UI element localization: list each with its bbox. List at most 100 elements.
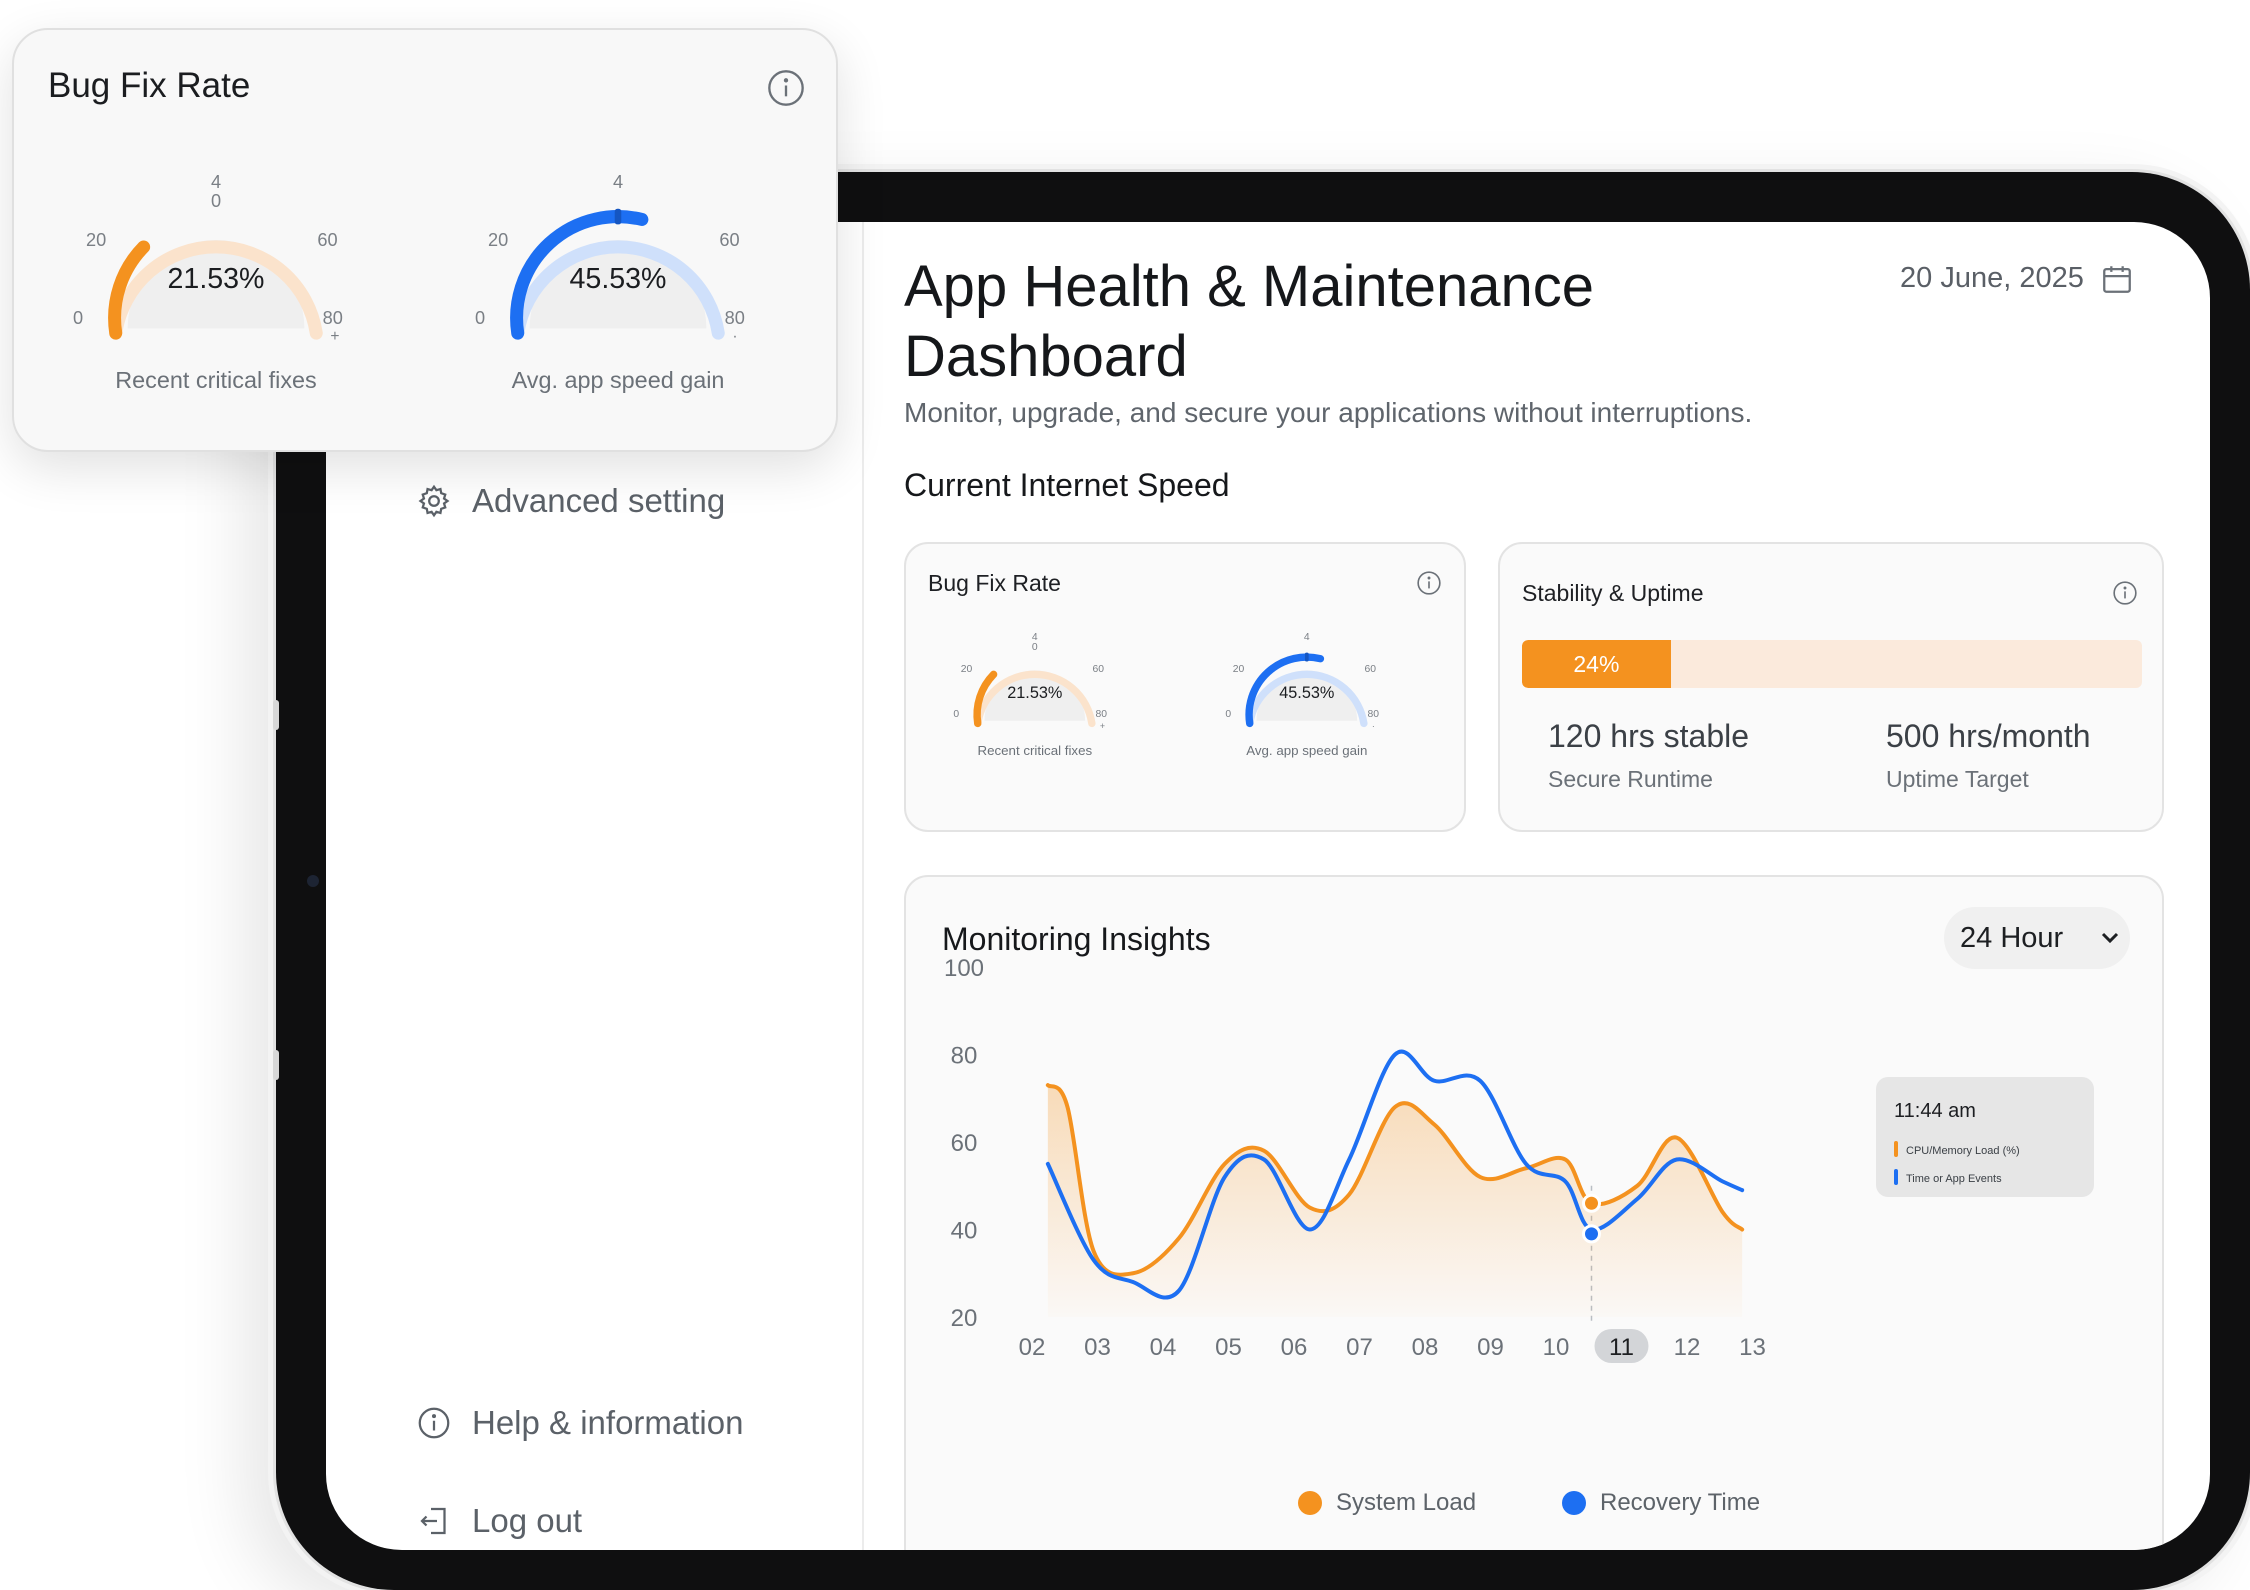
series-marker	[1582, 1224, 1601, 1244]
gauge-caption: Avg. app speed gain	[511, 367, 725, 394]
stat-value: 500 hrs/month	[1886, 718, 2091, 754]
gauge-tick: 80	[724, 307, 745, 328]
info-icon[interactable]	[2112, 580, 2138, 606]
stat-label: Secure Runtime	[1548, 766, 1713, 792]
section-title: Current Internet Speed	[904, 467, 1230, 503]
y-tick-label: 80	[951, 1043, 978, 1070]
y-tick-label: 20	[951, 1305, 978, 1332]
sidebar-item-label: Help & information	[472, 1404, 744, 1441]
stage: Advanced setting Help & information Log …	[0, 0, 2250, 1590]
sidebar-item-advanced-setting[interactable]: Advanced setting	[416, 482, 725, 520]
tooltip-time: 11:44 am	[1894, 1100, 1976, 1122]
volume-button	[273, 700, 279, 730]
gauge-tick: ·	[1371, 720, 1375, 731]
page-title-line2: Dashboard	[904, 324, 1188, 389]
gauge-app-speed-gain: 0 20 4 60 80 · 45.53% Avg. app speed gain	[462, 162, 774, 435]
bug-fix-popout-card: Bug Fix Rate 0 20 4 0 60 80 +21.53% Recent crit…	[12, 28, 838, 452]
gauge-tick: 60	[1364, 664, 1377, 676]
gauge-tick: 80	[322, 307, 343, 328]
series-marker	[1582, 1193, 1601, 1213]
stat-label: Uptime Target	[1886, 766, 2029, 792]
gauge-tick: +	[1099, 720, 1106, 731]
bug-fix-card: Bug Fix Rate 0 20 4 0 60 80 +21.53% Recent crit…	[904, 542, 1466, 832]
gauge-tick: 0	[73, 307, 84, 328]
gauge-tick: 0	[953, 708, 960, 720]
gauge-tick: 60	[719, 229, 740, 250]
sidebar-item-label: Advanced setting	[472, 482, 726, 519]
gauge-tick: 0	[1031, 642, 1038, 654]
gauge-tick: ·	[732, 328, 738, 346]
legend-label: System Load	[1336, 1489, 1477, 1516]
x-tick-label: 11	[1609, 1334, 1634, 1361]
card-title: Bug Fix Rate	[48, 66, 251, 105]
legend-dot	[1298, 1491, 1322, 1515]
gauge-tick: 0	[1225, 708, 1232, 720]
gauge-arc	[1245, 652, 1368, 728]
legend-item-recovery-time[interactable]: Recovery Time	[1562, 1489, 1760, 1517]
gauge-tick: 60	[1092, 664, 1105, 676]
tooltip-item-label: CPU/Memory Load (%)	[1906, 1145, 2020, 1157]
gauge-tick: +	[330, 328, 340, 346]
x-tick-label: 05	[1215, 1334, 1242, 1361]
gauge-recent-critical-fixes: 0 20 4 0 60 80 +21.53% Recent critical fixes	[60, 162, 372, 435]
page-title: App Health & Maintenance Dashboard	[904, 252, 1664, 392]
gauge-tick: 20	[86, 229, 107, 250]
gauge-tick: 0	[210, 190, 222, 211]
monitoring-insights-card: Monitoring Insights 24 Hour 100 80 60 40 20 0…	[904, 875, 2164, 1550]
gauge-value: 45.53%	[569, 263, 667, 296]
page-title-line1: App Health & Maintenance	[904, 254, 1594, 319]
y-tick-label: 100	[944, 955, 984, 982]
info-icon[interactable]	[1416, 570, 1442, 596]
logout-icon	[420, 1507, 446, 1535]
power-button	[273, 1050, 279, 1080]
y-tick-label: 60	[951, 1130, 978, 1157]
gauge-tick: 20	[488, 229, 509, 250]
gauge-caption: Recent critical fixes	[115, 367, 317, 394]
gauge-recent-critical-fixes: 0 20 4 0 60 80 +21.53% Recent critical fixes	[946, 626, 1124, 781]
gauge-marker	[614, 208, 622, 225]
gauge-tick: 80	[1367, 708, 1379, 720]
legend-dot	[1562, 1491, 1586, 1515]
front-camera	[307, 875, 319, 887]
gauge-tick: 60	[317, 229, 338, 250]
gauge-tick: 80	[1095, 708, 1107, 720]
x-tick-label: 09	[1477, 1334, 1504, 1361]
gauge-tick: 20	[960, 664, 973, 676]
calendar-icon[interactable]	[2100, 262, 2134, 296]
gauge-app-speed-gain: 0 20 4 60 80 · 45.53% Avg. app speed gain	[1218, 626, 1396, 781]
x-tick-label: 13	[1739, 1334, 1766, 1361]
gauge-value: 21.53%	[1007, 683, 1063, 702]
gauge-caption: Avg. app speed gain	[1246, 742, 1368, 758]
x-tick-label: 02	[1019, 1334, 1046, 1361]
gauge-tick: 0	[475, 307, 486, 328]
x-tick-label: 12	[1674, 1334, 1701, 1361]
sidebar-item-logout[interactable]: Log out	[416, 1502, 582, 1540]
card-title: Bug Fix Rate	[928, 570, 1061, 596]
gauge-value: 45.53%	[1279, 683, 1335, 702]
tooltip-swatch	[1894, 1141, 1898, 1157]
legend-label: Recovery Time	[1600, 1489, 1761, 1516]
x-tick-label: 10	[1543, 1334, 1570, 1361]
stability-card: Stability & Uptime 24% 120 hrs stable Se…	[1498, 542, 2164, 832]
gauge-tick: 4	[1303, 631, 1310, 643]
gauge-tick: 20	[1232, 664, 1245, 676]
x-tick-label: 03	[1084, 1334, 1111, 1361]
gauge-tick: 4	[612, 172, 624, 193]
x-tick-label: 07	[1346, 1334, 1373, 1361]
sidebar-item-help[interactable]: Help & information	[416, 1404, 743, 1442]
tooltip-item-label: Time or App Events	[1906, 1173, 2002, 1185]
tooltip-swatch	[1894, 1169, 1898, 1185]
main-content: App Health & Maintenance Dashboard 20 Ju…	[904, 222, 2210, 1550]
sidebar-item-label: Log out	[472, 1502, 583, 1539]
legend-item-system-load[interactable]: System Load	[1298, 1489, 1476, 1517]
stat-value: 120 hrs stable	[1548, 718, 1750, 754]
page-subtitle: Monitor, upgrade, and secure your applic…	[904, 397, 1753, 428]
series-area	[1047, 1085, 1743, 1317]
monitoring-chart: 100 80 60 40 20 02 03 04 05 06 07 08 09 10 11 12 13 11:44…	[944, 955, 2094, 1363]
uptime-progress-bar: 24%	[1522, 640, 2142, 688]
info-icon	[418, 1407, 450, 1439]
x-tick-label: 04	[1150, 1334, 1177, 1361]
x-tick-label: 06	[1281, 1334, 1308, 1361]
info-icon[interactable]	[766, 68, 806, 108]
gauge-caption: Recent critical fixes	[977, 742, 1093, 758]
